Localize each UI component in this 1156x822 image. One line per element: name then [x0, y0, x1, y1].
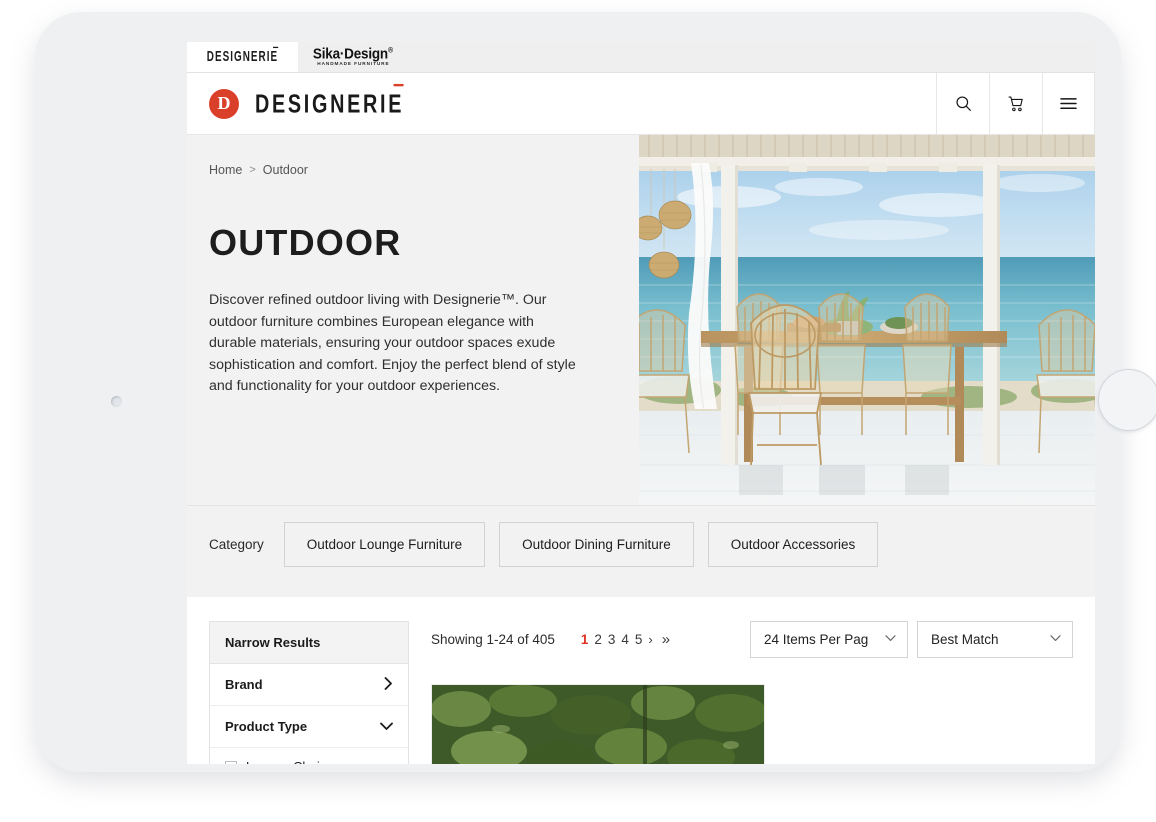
hero-image-illustration [639, 135, 1095, 505]
results-section: Narrow Results Brand Product Type Showin… [187, 597, 1095, 764]
results-toolbar: Showing 1-24 of 405 1 2 3 4 5 › » 24 Ite… [431, 621, 1073, 658]
tablet-home-button[interactable] [1098, 369, 1156, 431]
hamburger-menu-icon [1060, 98, 1077, 109]
pagination-page-1[interactable]: 1 [581, 632, 589, 647]
pagination-page-3[interactable]: 3 [608, 632, 616, 647]
category-chip-outdoor-dining-furniture[interactable]: Outdoor Dining Furniture [499, 522, 694, 567]
product-card[interactable] [431, 684, 765, 764]
cart-button[interactable] [989, 73, 1042, 134]
chevron-right-icon [384, 677, 393, 692]
facet-group-product-type-label: Product Type [225, 719, 308, 734]
sika-design-sub-label: HANDMADE FURNITURE [316, 61, 390, 67]
browser-tab-sika-design[interactable]: Sika·Design® HANDMADE FURNITURE [298, 42, 408, 72]
page-title: OUTDOOR [209, 222, 402, 263]
chevron-down-icon [1050, 632, 1061, 644]
chevron-down-icon [380, 721, 393, 733]
tablet-front-camera [111, 396, 122, 407]
chevron-down-icon [885, 632, 896, 644]
web-page: DESIGNERIE Sika·Design® HANDMADE FURNITU… [187, 42, 1095, 764]
category-chip-outdoor-lounge-furniture[interactable]: Outdoor Lounge Furniture [283, 522, 486, 567]
browser-tab-strip-filler [407, 42, 1095, 72]
results-main-column: Showing 1-24 of 405 1 2 3 4 5 › » 24 Ite… [431, 621, 1073, 764]
breadcrumb-separator-icon: > [249, 164, 256, 176]
facet-option-lounge-chair-label: Lounge Chair [246, 759, 324, 764]
sika-design-logo: Sika·Design® HANDMADE FURNITURE [312, 45, 393, 67]
sika-design-main-label: Sika·Design® [312, 45, 393, 62]
logo-wordmark: DESIGNERIE [255, 83, 405, 118]
category-filter-label: Category [209, 537, 264, 552]
product-image [432, 685, 764, 764]
items-per-page-value: 24 Items Per Pag [764, 632, 869, 647]
breadcrumb: Home > Outdoor [209, 163, 613, 177]
facet-group-product-type[interactable]: Product Type [210, 706, 408, 748]
pagination-last-icon[interactable]: » [662, 631, 670, 648]
checkbox-lounge-chair[interactable] [225, 760, 237, 764]
logo-mark-letter: D [217, 93, 231, 113]
search-icon [955, 96, 971, 111]
tablet-device-frame: DESIGNERIE Sika·Design® HANDMADE FURNITU… [35, 12, 1156, 772]
results-count: Showing 1-24 of 405 [431, 632, 555, 647]
hero-description: Discover refined outdoor living with Des… [209, 292, 576, 394]
hero-section: Home > Outdoor OUTDOOR Discover refined … [187, 135, 1095, 505]
registered-mark: ® [387, 47, 393, 55]
site-header: D DESIGNERIE [187, 73, 1095, 135]
tablet-screen: DESIGNERIE Sika·Design® HANDMADE FURNITU… [187, 42, 1095, 764]
facet-group-brand-label: Brand [225, 677, 263, 692]
pagination-page-4[interactable]: 4 [621, 632, 629, 647]
category-filter-bar: Category Outdoor Lounge Furniture Outdoo… [187, 505, 1095, 597]
browser-tab-designerie[interactable]: DESIGNERIE [187, 42, 298, 72]
logo-mark-icon: D [209, 88, 239, 119]
facet-group-brand[interactable]: Brand [210, 664, 408, 706]
facet-sidebar: Narrow Results Brand Product Type [209, 621, 409, 764]
pagination: 1 2 3 4 5 › » [581, 631, 670, 648]
product-grid [431, 684, 1073, 764]
sort-select[interactable]: Best Match [917, 621, 1073, 658]
items-per-page-select[interactable]: 24 Items Per Pag [750, 621, 908, 658]
pagination-page-2[interactable]: 2 [594, 632, 602, 647]
pagination-page-5[interactable]: 5 [635, 632, 643, 647]
browser-tab-designerie-label: DESIGNERIE [206, 46, 279, 65]
cart-icon [1008, 95, 1023, 111]
pagination-next-icon[interactable]: › [648, 632, 652, 647]
browser-tab-strip: DESIGNERIE Sika·Design® HANDMADE FURNITU… [187, 42, 1095, 73]
breadcrumb-current: Outdoor [262, 163, 308, 177]
sort-value: Best Match [931, 632, 999, 647]
menu-button[interactable] [1042, 73, 1095, 134]
category-chip-outdoor-accessories[interactable]: Outdoor Accessories [707, 522, 879, 567]
facet-option-lounge-chair[interactable]: Lounge Chair [210, 748, 408, 764]
breadcrumb-home[interactable]: Home [209, 163, 242, 177]
hero-image [639, 135, 1095, 505]
hero-text-column: Home > Outdoor OUTDOOR Discover refined … [187, 135, 639, 505]
header-actions [936, 73, 1095, 134]
results-toolbar-right: 24 Items Per Pag Best Match [750, 621, 1073, 658]
search-button[interactable] [936, 73, 989, 134]
facet-sidebar-heading: Narrow Results [210, 622, 408, 664]
site-logo[interactable]: D DESIGNERIE [187, 73, 936, 134]
